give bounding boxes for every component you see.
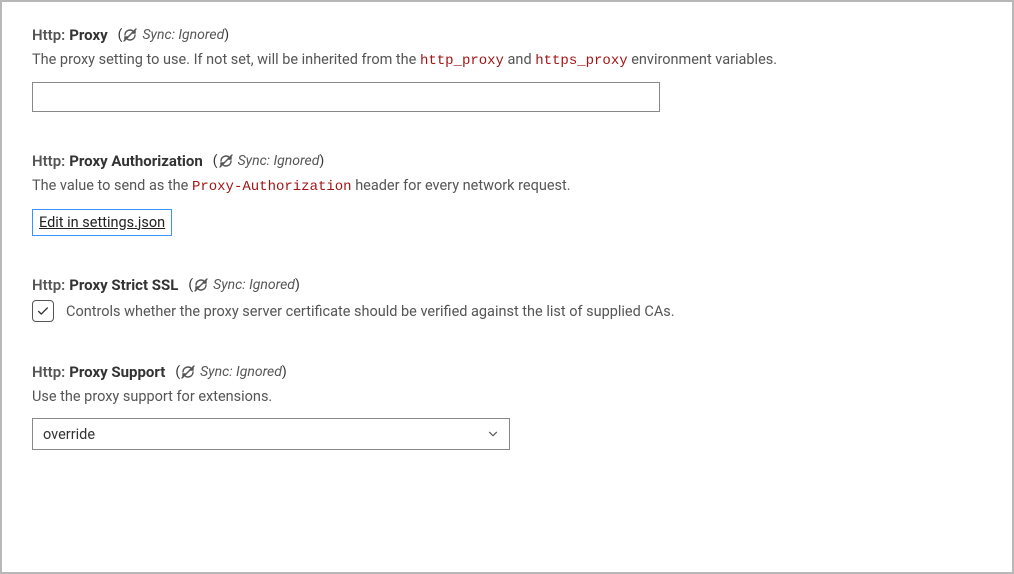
setting-category: Http:: [32, 26, 65, 44]
setting-description: Use the proxy support for extensions.: [32, 385, 982, 408]
setting-http-proxy-support: Http: Proxy Support ( Sync: Ignored ) Us…: [32, 363, 982, 450]
proxy-support-select-wrapper: override: [32, 418, 510, 450]
setting-http-proxy-strict-ssl: Http: Proxy Strict SSL ( Sync: Ignored ): [32, 276, 982, 323]
proxy-strict-ssl-checkbox[interactable]: [32, 300, 54, 322]
sync-text: Sync: Ignored: [200, 364, 282, 380]
code-literal: https_proxy: [535, 53, 627, 69]
setting-http-proxy: Http: Proxy ( Sync: Ignored ) The proxy …: [32, 26, 982, 112]
sync-ignored-icon: [122, 27, 138, 43]
proxy-input[interactable]: [32, 82, 660, 112]
paren-close: ): [282, 364, 287, 380]
sync-ignored-icon: [218, 153, 234, 169]
sync-ignored-badge: ( Sync: Ignored ): [213, 153, 324, 169]
setting-header: Http: Proxy Strict SSL ( Sync: Ignored ): [32, 276, 982, 294]
edit-in-settings-json-link[interactable]: Edit in settings.json: [32, 209, 172, 236]
setting-http-proxy-authorization: Http: Proxy Authorization ( Sync: Ignore…: [32, 152, 982, 235]
setting-header: Http: Proxy ( Sync: Ignored ): [32, 26, 982, 44]
sync-text: Sync: Ignored: [238, 153, 320, 169]
code-literal: http_proxy: [420, 53, 504, 69]
setting-title: Proxy: [69, 26, 107, 44]
sync-ignored-icon: [180, 364, 196, 380]
paren-close: ): [295, 277, 300, 293]
setting-description: The value to send as the Proxy-Authoriza…: [32, 174, 982, 198]
sync-text: Sync: Ignored: [213, 277, 295, 293]
setting-header: Http: Proxy Authorization ( Sync: Ignore…: [32, 152, 982, 170]
checkmark-icon: [36, 304, 50, 318]
setting-title: Proxy Support: [69, 363, 165, 381]
setting-category: Http:: [32, 363, 65, 381]
setting-category: Http:: [32, 152, 65, 170]
code-literal: Proxy-Authorization: [192, 179, 352, 195]
paren-close: ): [224, 27, 229, 43]
sync-text: Sync: Ignored: [142, 27, 224, 43]
sync-ignored-icon: [193, 277, 209, 293]
settings-panel: Http: Proxy ( Sync: Ignored ) The proxy …: [0, 0, 1014, 574]
setting-header: Http: Proxy Support ( Sync: Ignored ): [32, 363, 982, 381]
sync-ignored-badge: ( Sync: Ignored ): [118, 27, 229, 43]
paren-close: ): [319, 153, 324, 169]
sync-ignored-badge: ( Sync: Ignored ): [175, 364, 286, 380]
setting-title: Proxy Strict SSL: [69, 276, 178, 294]
setting-description: The proxy setting to use. If not set, wi…: [32, 48, 982, 72]
setting-description: Controls whether the proxy server certif…: [66, 300, 675, 323]
sync-ignored-badge: ( Sync: Ignored ): [188, 277, 299, 293]
setting-category: Http:: [32, 276, 65, 294]
proxy-support-select[interactable]: override: [32, 418, 510, 450]
checkbox-row: Controls whether the proxy server certif…: [32, 300, 982, 323]
setting-title: Proxy Authorization: [69, 152, 203, 170]
